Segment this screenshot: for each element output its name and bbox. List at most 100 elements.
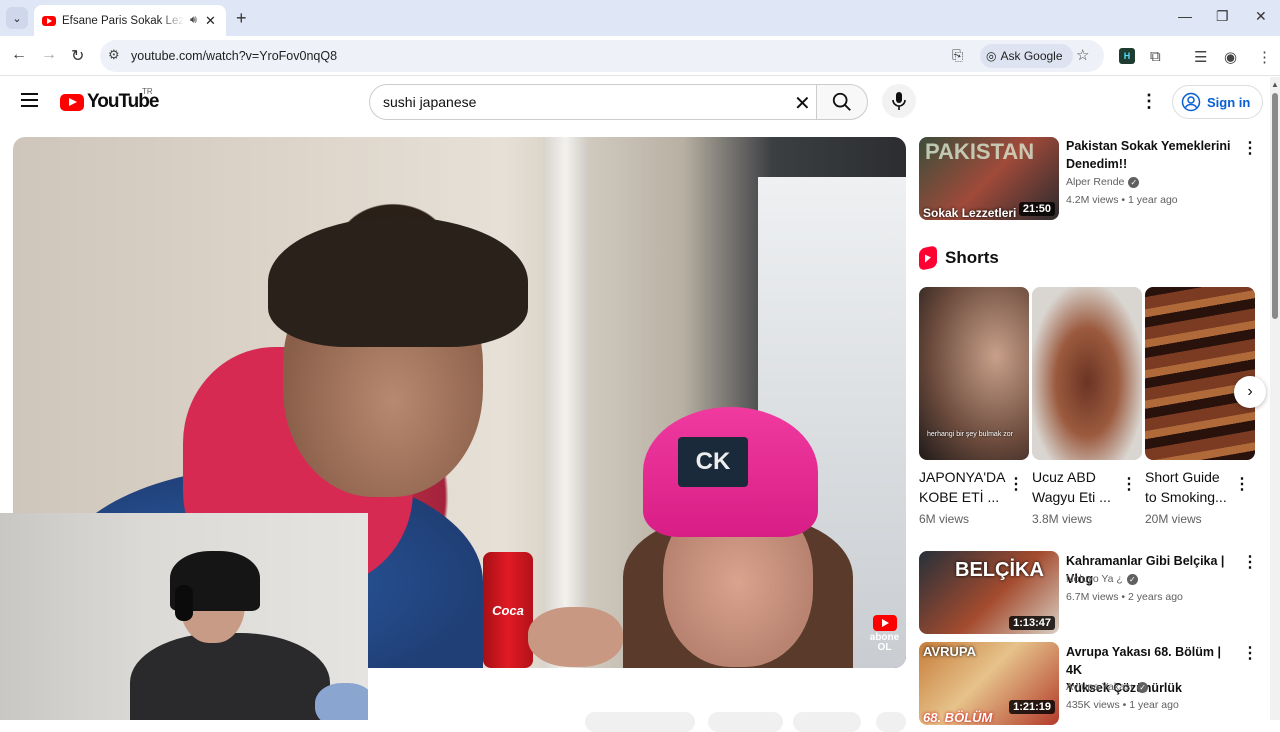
minimize-icon[interactable]: —	[1178, 8, 1192, 24]
duration-badge: 21:50	[1018, 202, 1055, 216]
video-kebab-icon[interactable]: ⋮	[1242, 138, 1258, 158]
thumbnail-text: BELÇİKA	[955, 559, 1044, 581]
search-button[interactable]	[816, 84, 868, 120]
short-views: 20M views	[1145, 512, 1202, 526]
video-meta: 6.7M views • 2 years ago	[1066, 591, 1183, 603]
sign-in-button[interactable]: Sign in	[1172, 85, 1264, 119]
channel-name[interactable]: Avrupa Yakası ✓	[1066, 681, 1149, 693]
browser-tab-active[interactable]: Efsane Paris Sokak Lezzetleri 🔊︎ ✕	[34, 5, 226, 36]
action-chip[interactable]	[585, 712, 695, 732]
headphones	[175, 585, 193, 621]
youtube-favicon-icon	[42, 15, 56, 26]
profile-icon[interactable]: ◉	[1224, 48, 1237, 66]
channel-name-text: Noluyo Ya ¿	[1066, 573, 1123, 585]
shorts-next-chevron-icon[interactable]: ›	[1234, 376, 1266, 408]
search-input[interactable]	[383, 94, 763, 110]
beanie-logo: CK	[678, 437, 748, 487]
webcam-person-body	[130, 633, 330, 720]
channel-name-text: Avrupa Yakası	[1066, 681, 1134, 693]
site-info-icon[interactable]: ⚙︎	[108, 47, 120, 63]
webcam-overlay	[0, 513, 368, 720]
lens-icon: ◎	[986, 49, 997, 63]
speaker-icon[interactable]: 🔊︎	[190, 14, 197, 27]
sign-in-label: Sign in	[1207, 94, 1251, 110]
short-thumbnail[interactable]	[1145, 287, 1255, 460]
video-kebab-icon[interactable]: ⋮	[1242, 552, 1258, 572]
ask-google-label: Ask Google	[1000, 49, 1063, 63]
youtube-play-logo-icon	[60, 93, 84, 111]
channel-name-text: Alper Rende	[1066, 176, 1125, 188]
url-text[interactable]: youtube.com/watch?v=YroFov0nqQ8	[131, 49, 337, 63]
forward-arrow-icon[interactable]: →	[41, 46, 57, 64]
action-chip[interactable]	[793, 712, 861, 732]
action-chip[interactable]	[876, 712, 906, 732]
verified-check-icon: ✓	[1128, 176, 1140, 188]
short-title-line: JAPONYA'DA	[919, 469, 1006, 485]
video-thumbnail[interactable]: BELÇİKA 1:13:47	[919, 551, 1059, 634]
video-meta: 4.2M views • 1 year ago	[1066, 194, 1178, 206]
duration-badge: 1:21:19	[1009, 700, 1055, 714]
short-title-line: Wagyu Eti ...	[1032, 489, 1111, 505]
back-arrow-icon[interactable]: ←	[11, 46, 27, 64]
address-bar[interactable]: ⚙︎ youtube.com/watch?v=YroFov0nqQ8 ⎘ ◎ A…	[100, 40, 1104, 72]
page-scrollbar[interactable]: ▲	[1270, 77, 1280, 720]
short-kebab-icon[interactable]: ⋮	[1008, 474, 1024, 494]
scrollbar-thumb[interactable]	[1272, 93, 1278, 319]
tab-close-icon[interactable]: ✕	[205, 13, 216, 29]
subscribe-watermark-text: abone OL	[869, 632, 900, 653]
short-thumbnail[interactable]: herhangi bir şey bulmak zor	[919, 287, 1029, 460]
microphone-icon	[892, 92, 906, 110]
short-thumbnail[interactable]	[1032, 287, 1142, 460]
subscribe-watermark-logo-icon	[872, 615, 897, 631]
video-thumbnail[interactable]: AVRUPA 68. BÖLÜM 1:21:19	[919, 642, 1059, 725]
search-icon	[832, 92, 851, 111]
short-title[interactable]: JAPONYA'DA KOBE ETİ ...	[919, 467, 1007, 507]
short-views: 3.8M views	[1032, 512, 1093, 526]
short-title[interactable]: Ucuz ABD Wagyu Eti ...	[1032, 467, 1120, 507]
browser-tabstrip: ⌄ Efsane Paris Sokak Lezzetleri 🔊︎ ✕ + —…	[0, 0, 1280, 36]
action-chip[interactable]	[708, 712, 783, 732]
bookmark-star-icon[interactable]: ☆	[1076, 46, 1089, 64]
youtube-header: YouTube TR ✕ ⋮ Sign in	[0, 77, 1280, 127]
verified-check-icon: ✓	[1126, 573, 1138, 585]
video-meta: 435K views • 1 year ago	[1066, 699, 1179, 711]
video-frame-hand	[528, 607, 623, 667]
shorts-logo-icon	[919, 245, 937, 271]
browser-menu-icon[interactable]: ⋮	[1257, 48, 1272, 66]
install-app-icon[interactable]: ⎘	[952, 47, 963, 64]
restore-icon[interactable]: ❐	[1216, 8, 1229, 25]
thumbnail-caption: Sokak Lezzetleri	[923, 206, 1017, 220]
subscribe-watermark[interactable]: abone OL	[863, 615, 906, 653]
short-title[interactable]: Short Guide to Smoking...	[1145, 467, 1233, 507]
short-kebab-icon[interactable]: ⋮	[1121, 474, 1137, 494]
reload-icon[interactable]: ↻	[71, 46, 84, 66]
browser-toolbar: ← → ↻ ⚙︎ youtube.com/watch?v=YroFov0nqQ8…	[0, 36, 1280, 76]
search-box[interactable]: ✕	[369, 84, 817, 120]
channel-name[interactable]: Alper Rende ✓	[1066, 176, 1140, 188]
short-views: 6M views	[919, 512, 970, 526]
video-title[interactable]: Pakistan Sokak Yemeklerini Denedim!!	[1066, 137, 1236, 173]
ask-google-button[interactable]: ◎ Ask Google	[980, 44, 1073, 68]
short-title-line: Ucuz ABD	[1032, 469, 1096, 485]
extensions-puzzle-icon[interactable]: ⧉	[1150, 48, 1161, 65]
voice-search-button[interactable]	[882, 84, 916, 118]
scroll-up-arrow-icon[interactable]: ▲	[1271, 80, 1279, 89]
hamburger-menu-icon[interactable]	[21, 93, 38, 107]
extension-highlight-icon[interactable]: H	[1119, 48, 1135, 64]
video-thumbnail[interactable]: PAKISTAN Sokak Lezzetleri 21:50	[919, 137, 1059, 220]
video-frame-hair	[268, 217, 528, 347]
thumbnail-text: AVRUPA	[923, 644, 976, 659]
media-queue-icon[interactable]: ☰	[1194, 48, 1207, 66]
video-kebab-icon[interactable]: ⋮	[1242, 643, 1258, 663]
channel-name[interactable]: Noluyo Ya ¿ ✓	[1066, 573, 1138, 585]
thumbnail-caption: 68. BÖLÜM	[923, 710, 993, 725]
tab-search-chevron-icon[interactable]: ⌄	[6, 7, 28, 29]
soda-can: Coca	[483, 552, 533, 668]
short-kebab-icon[interactable]: ⋮	[1234, 474, 1250, 494]
window-close-icon[interactable]: ✕	[1255, 8, 1267, 25]
settings-kebab-icon[interactable]: ⋮	[1140, 91, 1158, 112]
clear-search-icon[interactable]: ✕	[794, 91, 811, 116]
short-caption: herhangi bir şey bulmak zor	[927, 431, 1013, 438]
new-tab-plus-icon[interactable]: +	[236, 8, 247, 29]
video-title-line: Denedim!!	[1066, 157, 1128, 171]
